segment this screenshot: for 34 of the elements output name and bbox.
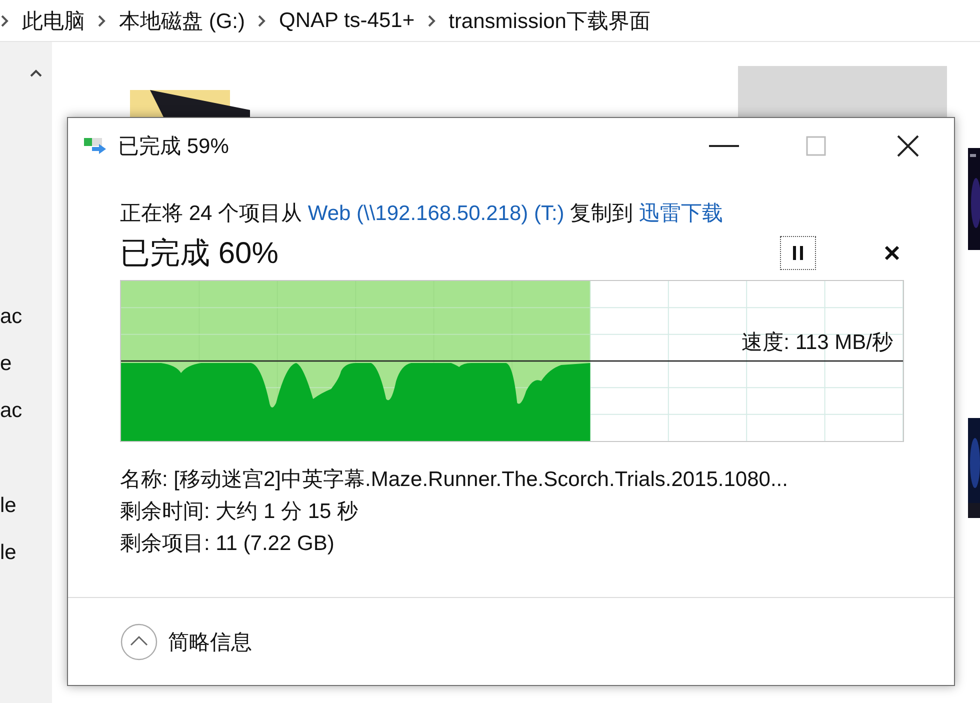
- chevron-icon[interactable]: [257, 14, 267, 28]
- navigation-item[interactable]: ac: [0, 398, 22, 445]
- close-icon: [897, 135, 919, 157]
- chevron-circle-icon: [120, 622, 158, 660]
- progress-heading: 已完成 60%: [120, 236, 278, 272]
- source-link[interactable]: Web (\\192.168.50.218) (T:): [308, 202, 564, 225]
- cancel-button[interactable]: [882, 243, 902, 263]
- close-icon: [884, 245, 900, 261]
- detail-text: 剩余项目: 11 (7.22 GB): [120, 531, 336, 557]
- file-thumbnail[interactable]: [738, 66, 947, 118]
- breadcrumb-item[interactable]: QNAP ts-451+: [279, 8, 415, 32]
- breadcrumb-item[interactable]: 本地磁盘 (G:): [119, 6, 245, 34]
- toggle-details-button[interactable]: 简略信息: [120, 622, 252, 660]
- chevron-icon[interactable]: [0, 14, 10, 28]
- navigation-item[interactable]: e: [0, 351, 12, 398]
- copy-description: 正在将 24 个项目从 Web (\\192.168.50.218) (T:) 复制到 迅雷下载: [120, 201, 724, 227]
- breadcrumb-item[interactable]: 此电脑: [22, 6, 85, 34]
- speed-label: 速度: 113 MB/秒: [742, 330, 893, 356]
- pause-icon: [791, 246, 805, 260]
- breadcrumb-item[interactable]: transmission下载界面: [448, 6, 650, 34]
- navigation-item[interactable]: le: [0, 493, 16, 540]
- detail-text: 名称: [移动迷宫2]中英字幕.Maze.Runner.The.Scorch.Trials.2015.1080...: [120, 467, 789, 493]
- window-title: 已完成 59%: [118, 134, 229, 160]
- destination-link[interactable]: 迅雷下载: [638, 202, 723, 225]
- pause-button[interactable]: [780, 236, 816, 270]
- minimize-icon: [709, 145, 739, 147]
- navigation-item[interactable]: ac: [0, 304, 22, 351]
- chevron-icon[interactable]: [97, 14, 107, 28]
- maximize-icon: [806, 136, 826, 156]
- detail-text: 剩余时间: 大约 1 分 15 秒: [120, 499, 360, 525]
- chevron-icon[interactable]: [426, 14, 437, 28]
- navigation-item[interactable]: le: [0, 540, 16, 587]
- scroll-up-icon[interactable]: [29, 68, 43, 78]
- copy-icon: [82, 135, 108, 157]
